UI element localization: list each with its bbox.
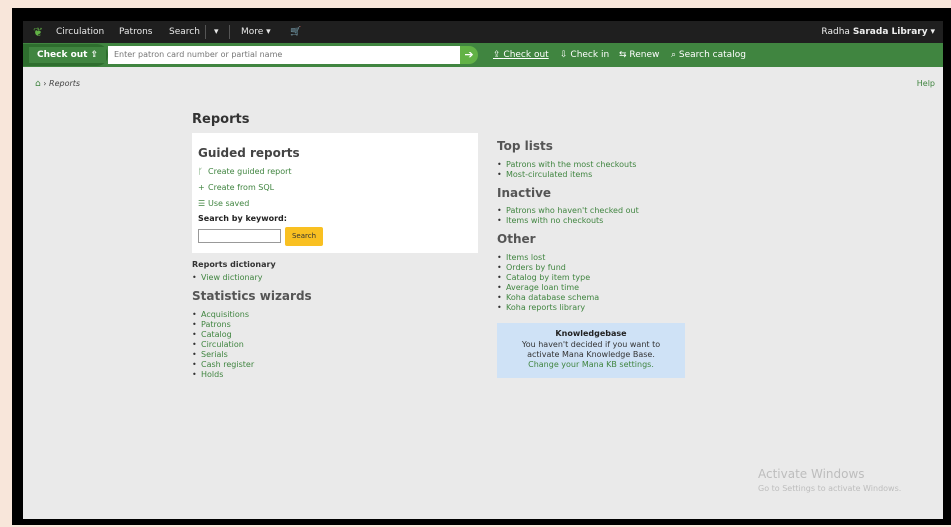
create-from-sql-label: Create from SQL (208, 183, 275, 192)
watermark-line2: Go to Settings to activate Windows. (758, 484, 902, 493)
stats-holds-link[interactable]: Holds (192, 370, 254, 380)
list-icon: ☰ (198, 199, 206, 208)
watermark-line1: Activate Windows (758, 467, 865, 481)
stats-acquisitions-link[interactable]: Acquisitions (192, 310, 254, 320)
create-guided-report-label: Create guided report (208, 167, 292, 176)
guided-reports-title: Guided reports (198, 146, 300, 160)
top-navbar: ❦ Circulation Patrons Search ▾ More ▾ 🛒 … (23, 21, 943, 43)
link-search-catalog-label: Search catalog (678, 50, 746, 60)
inactive-heading: Inactive (497, 186, 552, 200)
nav-search[interactable]: Search (169, 26, 200, 38)
link-renew-label: Renew (629, 50, 660, 60)
help-link[interactable]: Help (917, 79, 935, 88)
home-icon[interactable]: ⌂ (35, 79, 41, 89)
most-circulated-items-link[interactable]: Most-circulated items (497, 170, 636, 180)
breadcrumb: ⌂ › Reports (35, 79, 80, 89)
dictionary-list: View dictionary (192, 273, 262, 283)
inactive-list: Patrons who haven't checked out Items wi… (497, 206, 639, 226)
knowledgebase-box: Knowledgebase You haven't decided if you… (497, 323, 685, 378)
stats-serials-link[interactable]: Serials (192, 350, 254, 360)
knowledgebase-title: Knowledgebase (555, 329, 627, 338)
guided-reports-panel: Guided reports ᚴ Create guided report + Cr… (192, 133, 478, 253)
link-renew[interactable]: ⇆ Renew (619, 49, 659, 61)
other-list: Items lost Orders by fund Catalog by ite… (497, 253, 599, 313)
upload-icon: ⇪ (90, 50, 99, 60)
statistics-wizards-list: Acquisitions Patrons Catalog Circulation… (192, 310, 254, 380)
koha-reports-library-link[interactable]: Koha reports library (497, 303, 599, 313)
other-heading: Other (497, 232, 536, 246)
nav-more-label: More (241, 27, 264, 37)
checkout-label[interactable]: Check out ⇪ (29, 47, 107, 63)
user-name: Radha (821, 27, 850, 37)
stats-patrons-link[interactable]: Patrons (192, 320, 254, 330)
stats-catalog-link[interactable]: Catalog (192, 330, 254, 340)
create-from-sql-link[interactable]: + Create from SQL (198, 183, 274, 193)
nav-separator (229, 25, 230, 39)
activate-windows-watermark: Activate Windows Go to Settings to activ… (758, 467, 901, 493)
average-loan-time-link[interactable]: Average loan time (497, 283, 599, 293)
use-saved-label: Use saved (208, 199, 250, 208)
stats-circulation-link[interactable]: Circulation (192, 340, 254, 350)
koha-logo-icon[interactable]: ❦ (33, 25, 45, 39)
page-title: Reports (192, 112, 250, 127)
top-lists-list: Patrons with the most checkouts Most-cir… (497, 160, 636, 180)
checkout-bar: Check out ⇪ ➔ ⇪ Check out ⇩ Check in ⇆ R… (23, 43, 943, 67)
knowledgebase-message: You haven't decided if you want to activ… (521, 340, 661, 359)
keyword-search-button[interactable]: Search (285, 227, 323, 246)
knowledgebase-text: You haven't decided if you want to activ… (497, 340, 685, 370)
submit-arrow-icon[interactable]: ➔ (460, 46, 478, 64)
mana-kb-settings-link[interactable]: Change your Mana KB settings. (528, 360, 654, 369)
cart-icon[interactable]: 🛒 (290, 26, 301, 38)
link-check-out[interactable]: ⇪ Check out (493, 49, 549, 61)
view-dictionary-link[interactable]: View dictionary (192, 273, 262, 283)
plus-icon: + (198, 183, 205, 192)
checkout-label-text: Check out (37, 50, 88, 60)
link-check-in-label: Check in (570, 50, 610, 60)
statistics-wizards-heading: Statistics wizards (192, 289, 312, 303)
inactive-patrons-link[interactable]: Patrons who haven't checked out (497, 206, 639, 216)
nav-patrons[interactable]: Patrons (119, 26, 152, 38)
nav-circulation[interactable]: Circulation (56, 26, 104, 38)
library-name: Sarada Library (852, 27, 928, 37)
koha-database-schema-link[interactable]: Koha database schema (497, 293, 599, 303)
link-search-catalog[interactable]: ⌕ Search catalog (671, 49, 746, 61)
link-check-out-label: Check out (503, 50, 549, 60)
stats-cash-register-link[interactable]: Cash register (192, 360, 254, 370)
reports-dictionary-heading: Reports dictionary (192, 260, 276, 269)
search-dropdown-caret-icon[interactable]: ▾ (214, 26, 219, 38)
nav-more[interactable]: More ▾ (241, 26, 271, 38)
top-lists-heading: Top lists (497, 139, 553, 153)
keyword-search-input[interactable] (198, 229, 281, 243)
branch-icon: ᚴ (198, 167, 203, 176)
catalog-by-item-type-link[interactable]: Catalog by item type (497, 273, 599, 283)
keyword-label: Search by keyword: (198, 214, 287, 223)
user-menu[interactable]: Radha Sarada Library ▾ (821, 26, 935, 38)
koha-screen: ❦ Circulation Patrons Search ▾ More ▾ 🛒 … (23, 21, 943, 519)
nav-separator (205, 25, 206, 39)
top-patrons-checkouts-link[interactable]: Patrons with the most checkouts (497, 160, 636, 170)
use-saved-link[interactable]: ☰ Use saved (198, 199, 249, 209)
items-lost-link[interactable]: Items lost (497, 253, 599, 263)
orders-by-fund-link[interactable]: Orders by fund (497, 263, 599, 273)
create-guided-report-link[interactable]: ᚴ Create guided report (198, 167, 292, 177)
items-no-checkouts-link[interactable]: Items with no checkouts (497, 216, 639, 226)
patron-search-input[interactable] (108, 46, 460, 64)
link-check-in[interactable]: ⇩ Check in (560, 49, 609, 61)
breadcrumb-current: Reports (49, 79, 81, 88)
